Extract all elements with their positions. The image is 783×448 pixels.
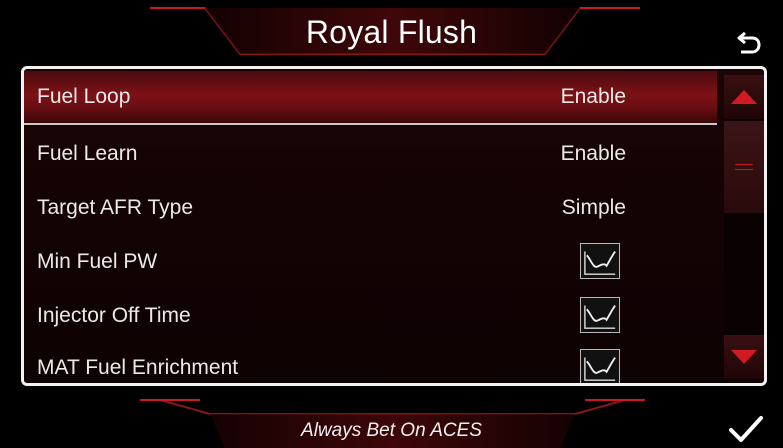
list-item-mat-fuel-enrichment[interactable]: MAT Fuel Enrichment	[24, 341, 717, 383]
list-item-target-afr-type[interactable]: Target AFR Type Simple	[24, 181, 717, 235]
list-item-injector-off-time[interactable]: Injector Off Time	[24, 289, 717, 343]
settings-list: Fuel Loop Enable Fuel Learn Enable Targe…	[24, 69, 717, 383]
list-item-min-fuel-pw[interactable]: Min Fuel PW	[24, 235, 717, 289]
triangle-up-icon	[731, 90, 757, 104]
row-value: Enable	[560, 142, 626, 165]
row-label: MAT Fuel Enrichment	[37, 356, 239, 379]
confirm-button[interactable]	[726, 412, 766, 446]
scrollbar[interactable]	[724, 75, 764, 379]
back-arrow-icon	[737, 31, 761, 54]
triangle-down-icon	[731, 350, 757, 364]
checkmark-icon	[729, 416, 763, 442]
page-title: Royal Flush	[305, 14, 478, 50]
scroll-up-button[interactable]	[724, 75, 764, 119]
footer-tagline: Always Bet On ACES	[301, 420, 482, 441]
scroll-thumb[interactable]	[724, 121, 764, 213]
settings-list-panel: Fuel Loop Enable Fuel Learn Enable Targe…	[21, 66, 767, 386]
header-bar: Royal Flush	[0, 0, 783, 62]
list-item-fuel-loop[interactable]: Fuel Loop Enable	[24, 71, 717, 125]
back-button[interactable]	[731, 26, 767, 60]
graph-icon	[580, 243, 620, 279]
list-item-fuel-learn[interactable]: Fuel Learn Enable	[24, 127, 717, 181]
row-value: Simple	[561, 196, 626, 219]
thumb-grip	[735, 164, 753, 170]
row-label: Fuel Loop	[37, 85, 131, 108]
row-value: Enable	[560, 85, 626, 108]
footer-bar: Always Bet On ACES	[0, 392, 783, 448]
row-label: Fuel Learn	[37, 142, 138, 165]
graph-icon	[580, 349, 620, 383]
scroll-down-button[interactable]	[724, 335, 764, 379]
row-label: Target AFR Type	[37, 196, 194, 219]
row-label: Injector Off Time	[37, 304, 191, 327]
row-label: Min Fuel PW	[37, 250, 158, 273]
graph-icon	[580, 297, 620, 333]
